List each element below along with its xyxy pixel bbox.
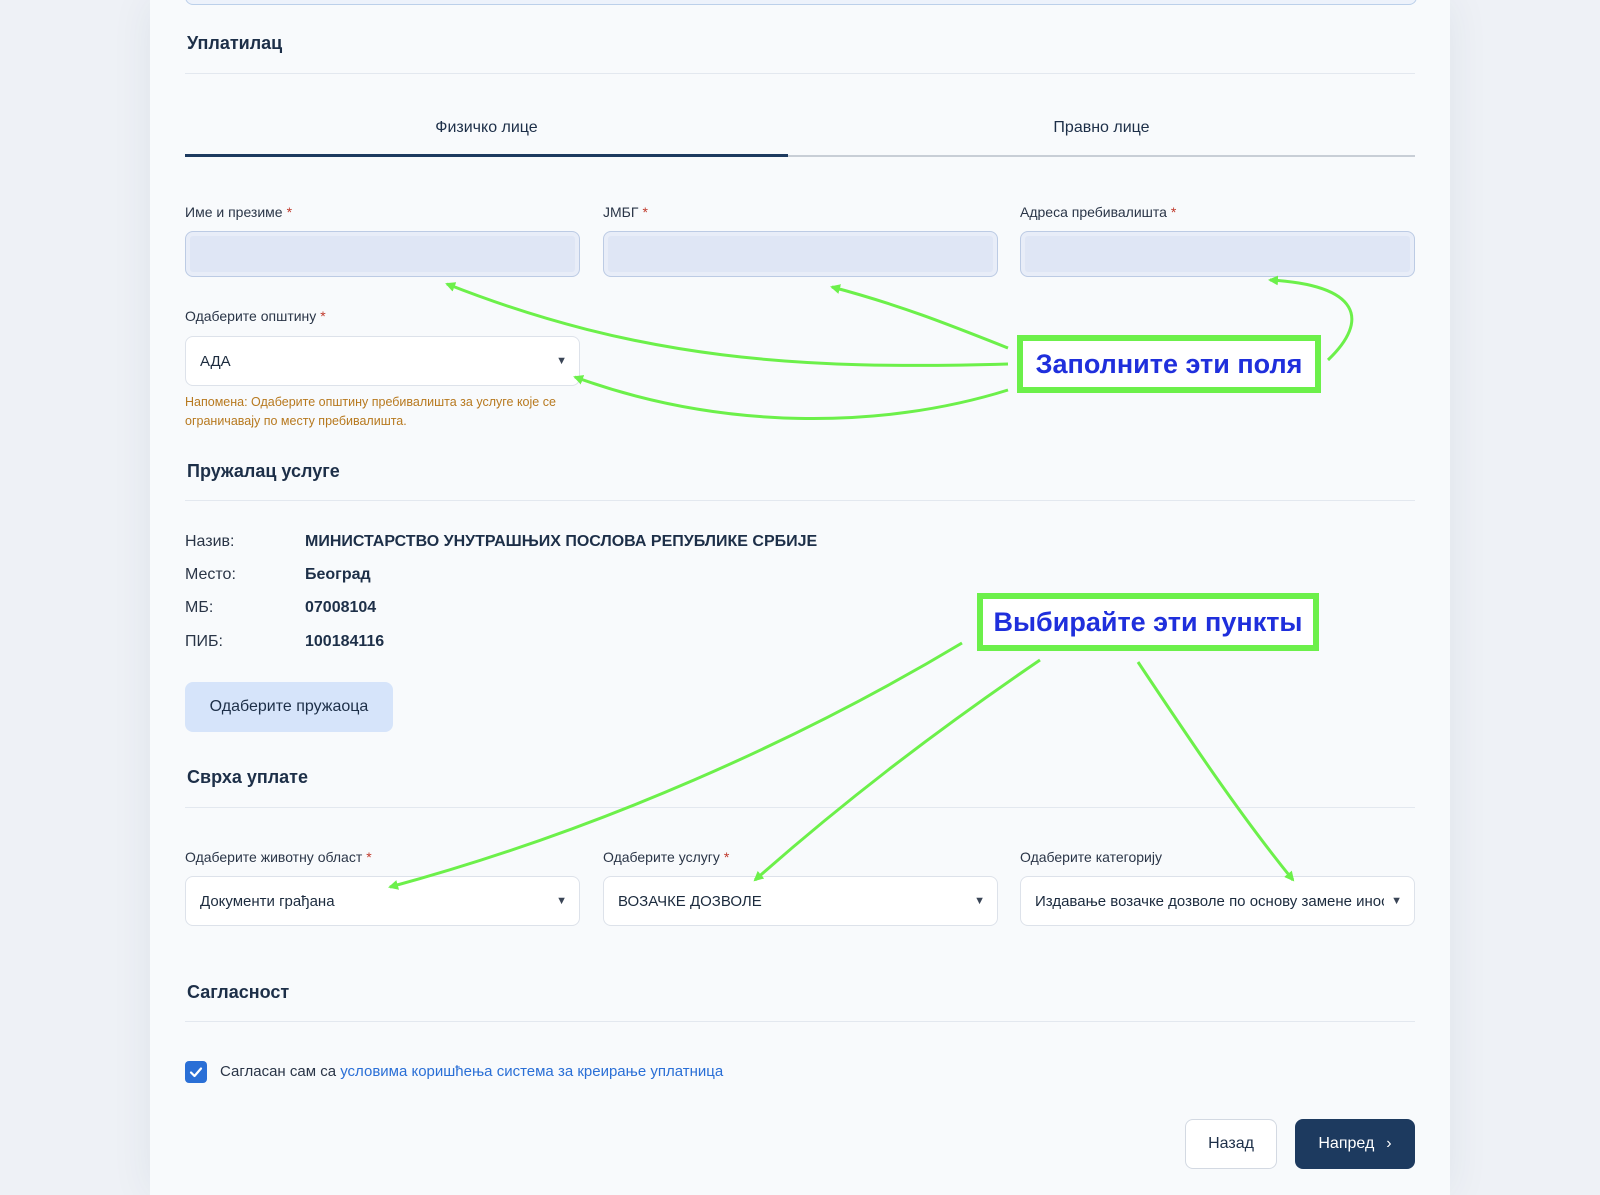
municipality-select[interactable]: АДА ▼ xyxy=(185,336,580,386)
annotation-choose-items: Выбирайте эти пункты xyxy=(977,593,1319,651)
life-area-label-text: Одаберите животну област xyxy=(185,849,363,865)
required-mark: * xyxy=(320,308,326,324)
next-button[interactable]: Напред › xyxy=(1295,1119,1415,1169)
annotation-fill-fields: Заполните эти поля xyxy=(1017,335,1321,393)
consent-text: Сагласан сам са условима коришћења систе… xyxy=(220,1063,723,1080)
municipality-label: Одаберите општину * xyxy=(185,308,326,324)
back-button[interactable]: Назад xyxy=(1185,1119,1277,1169)
tab-legal-entity[interactable]: Правно лице xyxy=(788,100,1415,156)
provider-name-value: МИНИСТАРСТВО УНУТРАШЊИХ ПОСЛОВА РЕПУБЛИК… xyxy=(305,533,818,550)
consent-checkbox[interactable] xyxy=(185,1061,207,1083)
tab-individual[interactable]: Физичко лице xyxy=(185,100,788,156)
consent-text-prefix: Сагласан сам са xyxy=(220,1063,341,1080)
provider-divider xyxy=(185,500,1415,501)
required-mark: * xyxy=(366,849,372,865)
category-select[interactable]: Издавање возачке дозволе по основу замен… xyxy=(1020,876,1415,926)
next-button-label: Напред xyxy=(1318,1135,1375,1152)
purpose-section-title: Сврха уплате xyxy=(187,767,308,787)
jmbg-label-text: ЈМБГ xyxy=(603,204,639,220)
service-select[interactable]: ВОЗАЧКЕ ДОЗВОЛЕ ▼ xyxy=(603,876,998,926)
tab-active-indicator xyxy=(185,154,788,157)
municipality-value: АДА xyxy=(200,352,231,370)
provider-place-key: Место: xyxy=(185,566,236,583)
address-label-text: Адреса пребивалишта xyxy=(1020,204,1167,220)
chevron-down-icon: ▼ xyxy=(556,355,567,367)
chevron-down-icon: ▼ xyxy=(556,895,567,907)
chevron-right-icon: › xyxy=(1386,1135,1392,1152)
check-icon xyxy=(189,1067,203,1078)
payer-divider xyxy=(185,73,1415,74)
select-provider-button[interactable]: Одаберите пружаоца xyxy=(185,682,393,732)
provider-mb-key: МБ: xyxy=(185,599,214,616)
provider-place-value: Београд xyxy=(305,566,371,583)
required-mark: * xyxy=(642,204,648,220)
required-mark: * xyxy=(286,204,293,220)
required-mark: * xyxy=(1170,204,1177,220)
consent-section-title: Сагласност xyxy=(187,982,290,1002)
full-name-label-text: Име и презиме xyxy=(185,204,283,220)
municipality-note: Напомена: Одаберите општину пребивалишта… xyxy=(185,395,556,428)
life-area-label: Одаберите животну област * xyxy=(185,849,372,865)
consent-divider xyxy=(185,1021,1415,1022)
provider-mb-value: 07008104 xyxy=(305,599,377,616)
full-name-input[interactable] xyxy=(185,231,580,277)
jmbg-label: ЈМБГ * xyxy=(603,204,648,220)
provider-pib-key: ПИБ: xyxy=(185,633,223,650)
service-label: Одаберите услугу * xyxy=(603,849,729,865)
previous-field-edge xyxy=(185,0,1417,5)
category-label: Одаберите категорију xyxy=(1020,849,1162,865)
tab-underline xyxy=(788,155,1415,157)
category-value: Издавање возачке дозволе по основу замен… xyxy=(1035,892,1384,910)
full-name-label: Име и презиме * xyxy=(185,204,292,220)
life-area-value: Документи грађана xyxy=(200,892,335,910)
chevron-down-icon: ▼ xyxy=(1391,895,1402,907)
provider-section-title: Пружалац услуге xyxy=(187,461,340,481)
service-value: ВОЗАЧКЕ ДОЗВОЛЕ xyxy=(618,892,762,910)
service-label-text: Одаберите услугу xyxy=(603,849,720,865)
provider-pib-value: 100184116 xyxy=(305,633,385,650)
chevron-down-icon: ▼ xyxy=(974,895,985,907)
terms-link[interactable]: условима коришћења система за креирање у… xyxy=(340,1063,723,1080)
address-input[interactable] xyxy=(1020,231,1415,277)
address-label: Адреса пребивалишта * xyxy=(1020,204,1176,220)
municipality-label-text: Одаберите општину xyxy=(185,308,317,324)
jmbg-input[interactable] xyxy=(603,231,998,277)
payer-section-title: Уплатилац xyxy=(187,33,283,53)
provider-name-key: Назив: xyxy=(185,533,235,550)
life-area-select[interactable]: Документи грађана ▼ xyxy=(185,876,580,926)
purpose-divider xyxy=(185,807,1415,808)
required-mark: * xyxy=(723,849,730,865)
